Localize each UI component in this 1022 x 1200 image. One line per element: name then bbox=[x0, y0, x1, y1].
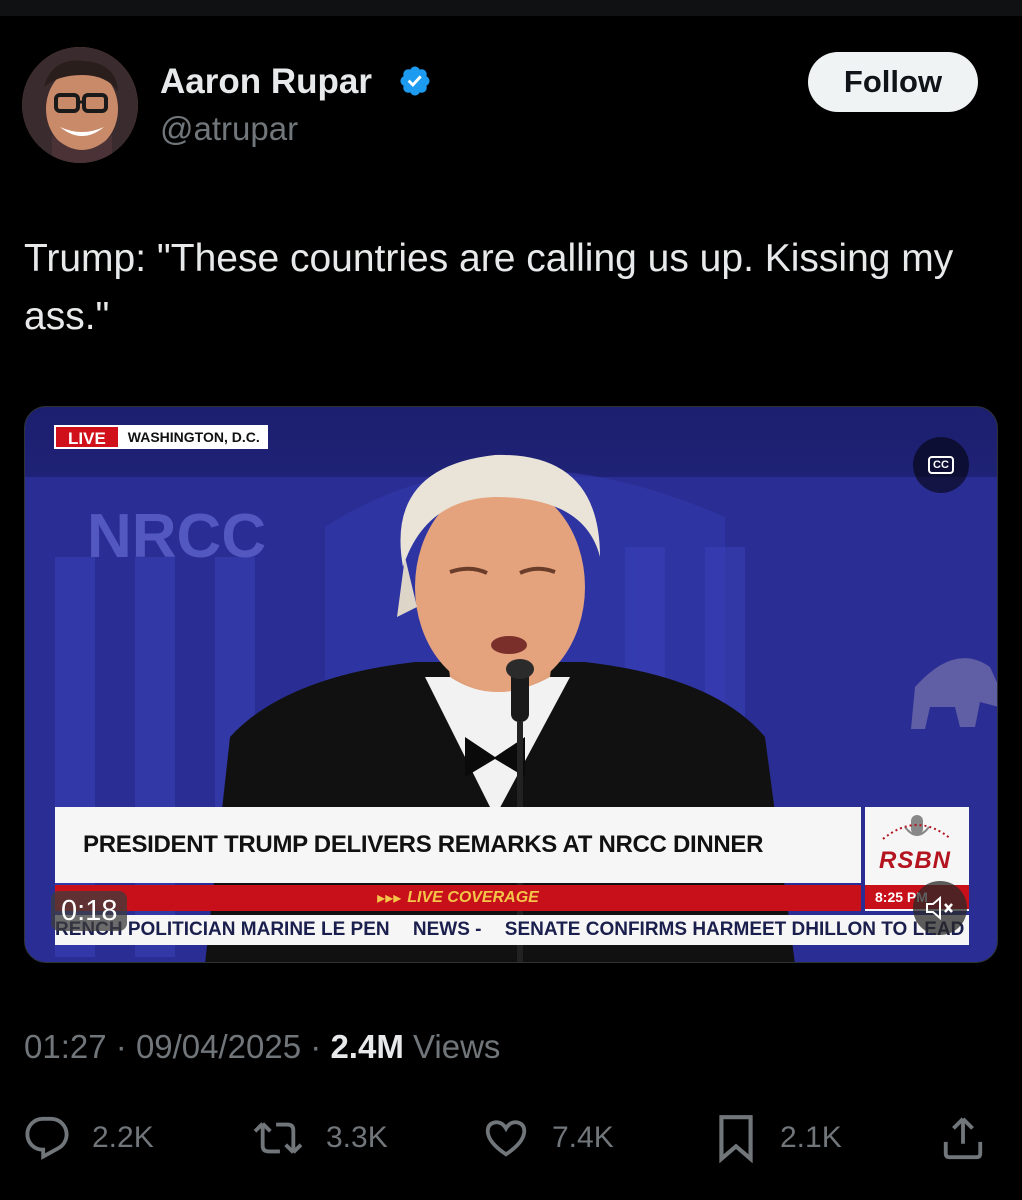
views-count: 2.4M bbox=[330, 1028, 404, 1065]
tweet-text: Trump: "These countries are calling us u… bbox=[24, 237, 954, 338]
repost-button[interactable]: 3.3K bbox=[252, 1112, 388, 1164]
tweet-time[interactable]: 01:27 bbox=[24, 1028, 107, 1065]
cc-icon: CC bbox=[928, 456, 954, 474]
repost-count: 3.3K bbox=[326, 1121, 388, 1154]
heart-icon bbox=[485, 1120, 527, 1157]
video-timecode: 0:18 bbox=[51, 891, 128, 931]
ticker-item: SENATE CONFIRMS HARMEET DHILLON TO LEAD … bbox=[504, 919, 969, 940]
status-bar bbox=[0, 0, 1022, 16]
live-label: LIVE bbox=[54, 425, 120, 449]
microphone-logo-icon bbox=[882, 815, 952, 840]
repost-icon bbox=[253, 1122, 303, 1154]
like-count: 7.4K bbox=[552, 1121, 614, 1154]
author-handle[interactable]: @atrupar bbox=[160, 110, 298, 148]
live-coverage-bar: ▸▸▸ LIVE COVERAGE bbox=[55, 885, 861, 911]
tweet-meta: 01:27 · 09/04/2025 · 2.4M Views bbox=[24, 1028, 500, 1066]
live-location-tag: LIVE WASHINGTON, D.C. bbox=[54, 425, 268, 449]
reply-icon bbox=[25, 1116, 69, 1160]
ticker-item: NEWS - bbox=[412, 919, 482, 940]
muted-speaker-icon bbox=[926, 895, 953, 921]
meta-separator: · bbox=[310, 1028, 322, 1065]
backdrop-nrcc-text: NRCC bbox=[87, 502, 266, 571]
verified-badge-icon bbox=[400, 66, 430, 96]
share-button[interactable] bbox=[940, 1112, 1008, 1164]
follow-button[interactable]: Follow bbox=[808, 52, 978, 112]
bookmark-count: 2.1K bbox=[780, 1121, 842, 1154]
news-headline: PRESIDENT TRUMP DELIVERS REMARKS AT NRCC… bbox=[83, 831, 764, 858]
live-coverage-label: LIVE COVERAGE bbox=[407, 889, 539, 906]
news-ticker: RENCH POLITICIAN MARINE LE PEN NEWS - SE… bbox=[55, 915, 969, 945]
views-label: Views bbox=[413, 1028, 501, 1065]
network-logo: RSBN bbox=[879, 847, 952, 874]
bookmark-icon bbox=[719, 1115, 753, 1163]
avatar-image bbox=[22, 47, 138, 163]
fast-forward-arrows-icon: ▸▸▸ bbox=[377, 890, 402, 907]
reply-button[interactable]: 2.2K bbox=[24, 1112, 154, 1164]
meta-separator: · bbox=[115, 1028, 127, 1065]
closed-captions-button[interactable]: CC bbox=[913, 437, 969, 493]
avatar[interactable] bbox=[22, 47, 138, 163]
like-button[interactable]: 7.4K bbox=[482, 1112, 614, 1164]
bookmark-button[interactable]: 2.1K bbox=[714, 1112, 842, 1164]
reply-count: 2.2K bbox=[92, 1121, 154, 1154]
tweet-date[interactable]: 09/04/2025 bbox=[136, 1028, 301, 1065]
mute-toggle-button[interactable] bbox=[913, 881, 967, 935]
share-icon bbox=[943, 1117, 983, 1160]
location-label: WASHINGTON, D.C. bbox=[119, 425, 268, 449]
author-name[interactable]: Aaron Rupar bbox=[160, 62, 372, 102]
news-lower-third: PRESIDENT TRUMP DELIVERS REMARKS AT NRCC… bbox=[55, 807, 861, 883]
video-player[interactable]: NRCC LIVE WASHINGTON, D.C. CC PRESIDENT … bbox=[24, 406, 998, 963]
